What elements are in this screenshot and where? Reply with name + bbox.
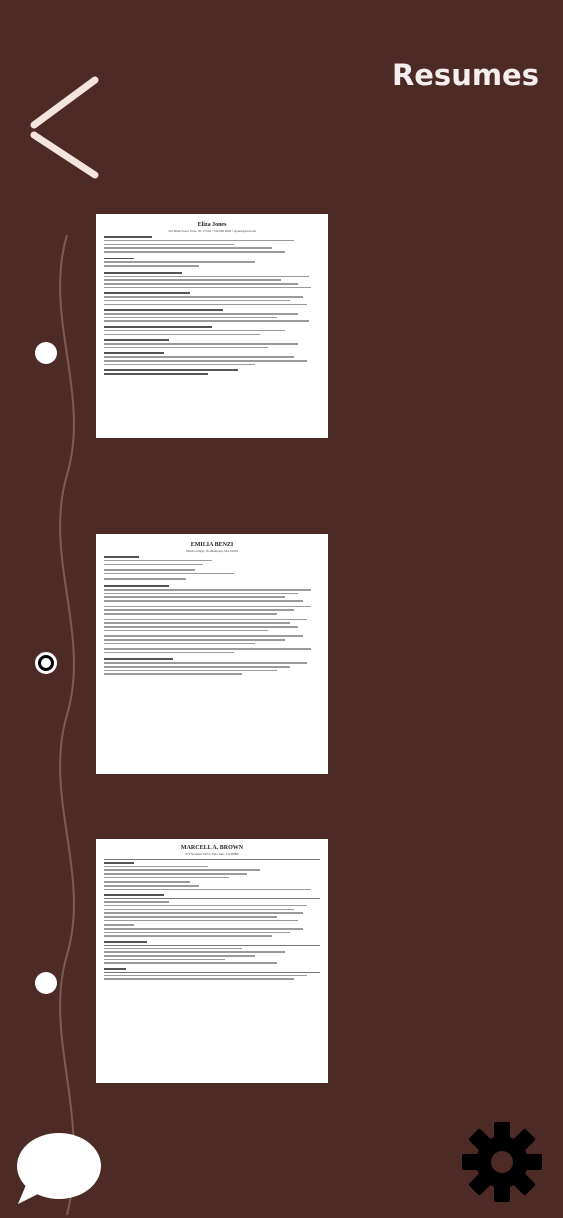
resume-2-contact: Smith College, Northampton, MA 01063	[185, 549, 239, 553]
page-title: Resumes	[391, 58, 539, 92]
settings-gear-icon[interactable]	[458, 1118, 546, 1206]
resume-3-name: MARCELL A. BROWN	[180, 845, 244, 851]
resume-3-contact: 972 Nowhere Drive, Palo Alto, CA 99999	[185, 852, 239, 856]
resume-2-radio[interactable]	[35, 652, 57, 674]
resume-1-radio[interactable]	[35, 342, 57, 364]
resume-card-2[interactable]: EMILIA BENZI Smith College, Northampton,…	[96, 534, 328, 774]
back-chevron-icon[interactable]	[20, 70, 110, 185]
resume-1-name: Eliza Jones	[197, 222, 227, 228]
selection-rail	[59, 235, 75, 1215]
resume-card-1[interactable]: Eliza Jones 100 Main Street, Elon, NC 27…	[96, 214, 328, 438]
resume-card-3[interactable]: MARCELL A. BROWN 972 Nowhere Drive, Palo…	[96, 839, 328, 1083]
chat-bubble-icon[interactable]	[12, 1130, 104, 1206]
resume-1-contact: 100 Main Street, Elon, NC 27244 • 336.00…	[168, 229, 256, 233]
resume-2-name: EMILIA BENZI	[190, 542, 234, 548]
resume-3-radio[interactable]	[35, 972, 57, 994]
